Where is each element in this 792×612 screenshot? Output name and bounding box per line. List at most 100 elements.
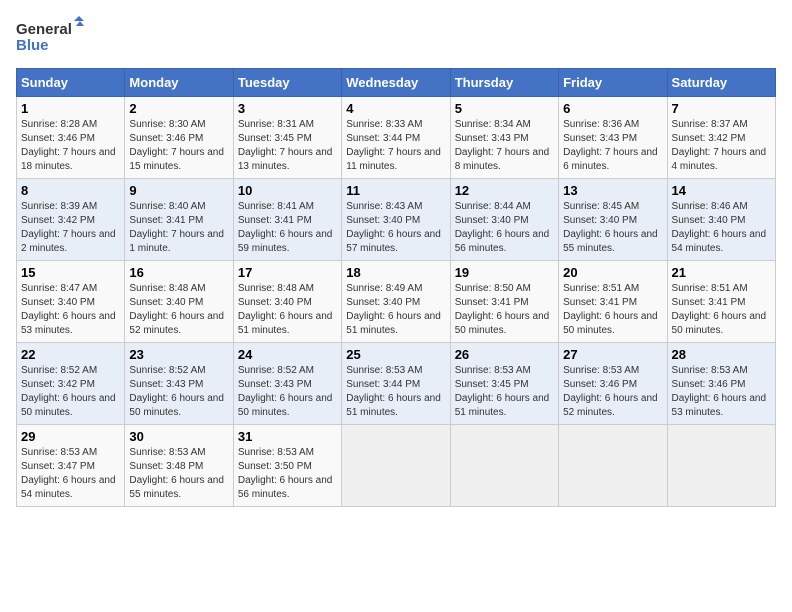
day-number: 29	[21, 429, 120, 444]
day-number: 17	[238, 265, 337, 280]
day-info: Sunrise: 8:48 AMSunset: 3:40 PMDaylight:…	[238, 282, 337, 338]
day-info: Sunrise: 8:53 AMSunset: 3:44 PMDaylight:…	[346, 364, 445, 420]
calendar-cell: 20 Sunrise: 8:51 AMSunset: 3:41 PMDaylig…	[559, 261, 667, 343]
day-info: Sunrise: 8:47 AMSunset: 3:40 PMDaylight:…	[21, 282, 120, 338]
day-number: 9	[129, 183, 228, 198]
calendar-cell: 23 Sunrise: 8:52 AMSunset: 3:43 PMDaylig…	[125, 343, 233, 425]
day-number: 25	[346, 347, 445, 362]
day-info: Sunrise: 8:34 AMSunset: 3:43 PMDaylight:…	[455, 118, 554, 174]
day-info: Sunrise: 8:53 AMSunset: 3:46 PMDaylight:…	[672, 364, 771, 420]
calendar-cell: 15 Sunrise: 8:47 AMSunset: 3:40 PMDaylig…	[17, 261, 125, 343]
day-number: 13	[563, 183, 662, 198]
day-number: 8	[21, 183, 120, 198]
header-monday: Monday	[125, 69, 233, 97]
day-number: 3	[238, 101, 337, 116]
calendar-cell: 8 Sunrise: 8:39 AMSunset: 3:42 PMDayligh…	[17, 179, 125, 261]
calendar-week-row: 29 Sunrise: 8:53 AMSunset: 3:47 PMDaylig…	[17, 425, 776, 507]
calendar-cell: 7 Sunrise: 8:37 AMSunset: 3:42 PMDayligh…	[667, 97, 775, 179]
calendar-cell: 4 Sunrise: 8:33 AMSunset: 3:44 PMDayligh…	[342, 97, 450, 179]
calendar-table: Sunday Monday Tuesday Wednesday Thursday…	[16, 68, 776, 507]
day-info: Sunrise: 8:46 AMSunset: 3:40 PMDaylight:…	[672, 200, 771, 256]
calendar-cell: 29 Sunrise: 8:53 AMSunset: 3:47 PMDaylig…	[17, 425, 125, 507]
calendar-cell: 6 Sunrise: 8:36 AMSunset: 3:43 PMDayligh…	[559, 97, 667, 179]
day-number: 10	[238, 183, 337, 198]
calendar-cell: 10 Sunrise: 8:41 AMSunset: 3:41 PMDaylig…	[233, 179, 341, 261]
day-number: 20	[563, 265, 662, 280]
day-info: Sunrise: 8:40 AMSunset: 3:41 PMDaylight:…	[129, 200, 228, 256]
header-sunday: Sunday	[17, 69, 125, 97]
day-number: 15	[21, 265, 120, 280]
header-tuesday: Tuesday	[233, 69, 341, 97]
day-number: 5	[455, 101, 554, 116]
calendar-cell: 5 Sunrise: 8:34 AMSunset: 3:43 PMDayligh…	[450, 97, 558, 179]
day-info: Sunrise: 8:30 AMSunset: 3:46 PMDaylight:…	[129, 118, 228, 174]
day-number: 24	[238, 347, 337, 362]
day-info: Sunrise: 8:52 AMSunset: 3:43 PMDaylight:…	[238, 364, 337, 420]
svg-text:Blue: Blue	[16, 37, 49, 54]
weekday-header-row: Sunday Monday Tuesday Wednesday Thursday…	[17, 69, 776, 97]
day-number: 21	[672, 265, 771, 280]
day-info: Sunrise: 8:53 AMSunset: 3:47 PMDaylight:…	[21, 446, 120, 502]
day-number: 22	[21, 347, 120, 362]
day-number: 30	[129, 429, 228, 444]
calendar-cell: 3 Sunrise: 8:31 AMSunset: 3:45 PMDayligh…	[233, 97, 341, 179]
day-info: Sunrise: 8:53 AMSunset: 3:45 PMDaylight:…	[455, 364, 554, 420]
calendar-cell: 21 Sunrise: 8:51 AMSunset: 3:41 PMDaylig…	[667, 261, 775, 343]
day-info: Sunrise: 8:28 AMSunset: 3:46 PMDaylight:…	[21, 118, 120, 174]
day-info: Sunrise: 8:33 AMSunset: 3:44 PMDaylight:…	[346, 118, 445, 174]
calendar-cell: 26 Sunrise: 8:53 AMSunset: 3:45 PMDaylig…	[450, 343, 558, 425]
day-info: Sunrise: 8:51 AMSunset: 3:41 PMDaylight:…	[672, 282, 771, 338]
day-info: Sunrise: 8:45 AMSunset: 3:40 PMDaylight:…	[563, 200, 662, 256]
day-number: 6	[563, 101, 662, 116]
day-number: 18	[346, 265, 445, 280]
day-number: 27	[563, 347, 662, 362]
calendar-cell: 17 Sunrise: 8:48 AMSunset: 3:40 PMDaylig…	[233, 261, 341, 343]
calendar-cell: 16 Sunrise: 8:48 AMSunset: 3:40 PMDaylig…	[125, 261, 233, 343]
day-number: 16	[129, 265, 228, 280]
calendar-week-row: 22 Sunrise: 8:52 AMSunset: 3:42 PMDaylig…	[17, 343, 776, 425]
calendar-cell: 30 Sunrise: 8:53 AMSunset: 3:48 PMDaylig…	[125, 425, 233, 507]
calendar-cell	[559, 425, 667, 507]
day-number: 23	[129, 347, 228, 362]
day-number: 12	[455, 183, 554, 198]
page-header: General Blue	[16, 16, 776, 56]
calendar-cell: 11 Sunrise: 8:43 AMSunset: 3:40 PMDaylig…	[342, 179, 450, 261]
day-number: 2	[129, 101, 228, 116]
day-info: Sunrise: 8:41 AMSunset: 3:41 PMDaylight:…	[238, 200, 337, 256]
day-info: Sunrise: 8:48 AMSunset: 3:40 PMDaylight:…	[129, 282, 228, 338]
day-info: Sunrise: 8:31 AMSunset: 3:45 PMDaylight:…	[238, 118, 337, 174]
day-number: 1	[21, 101, 120, 116]
day-number: 4	[346, 101, 445, 116]
svg-text:General: General	[16, 21, 72, 38]
day-info: Sunrise: 8:53 AMSunset: 3:46 PMDaylight:…	[563, 364, 662, 420]
calendar-cell: 1 Sunrise: 8:28 AMSunset: 3:46 PMDayligh…	[17, 97, 125, 179]
header-friday: Friday	[559, 69, 667, 97]
calendar-cell: 18 Sunrise: 8:49 AMSunset: 3:40 PMDaylig…	[342, 261, 450, 343]
day-info: Sunrise: 8:44 AMSunset: 3:40 PMDaylight:…	[455, 200, 554, 256]
day-number: 31	[238, 429, 337, 444]
header-thursday: Thursday	[450, 69, 558, 97]
calendar-cell: 19 Sunrise: 8:50 AMSunset: 3:41 PMDaylig…	[450, 261, 558, 343]
calendar-week-row: 8 Sunrise: 8:39 AMSunset: 3:42 PMDayligh…	[17, 179, 776, 261]
calendar-cell: 14 Sunrise: 8:46 AMSunset: 3:40 PMDaylig…	[667, 179, 775, 261]
calendar-cell	[667, 425, 775, 507]
logo-svg: General Blue	[16, 16, 86, 56]
day-info: Sunrise: 8:52 AMSunset: 3:42 PMDaylight:…	[21, 364, 120, 420]
day-info: Sunrise: 8:52 AMSunset: 3:43 PMDaylight:…	[129, 364, 228, 420]
day-info: Sunrise: 8:36 AMSunset: 3:43 PMDaylight:…	[563, 118, 662, 174]
header-saturday: Saturday	[667, 69, 775, 97]
header-wednesday: Wednesday	[342, 69, 450, 97]
calendar-week-row: 1 Sunrise: 8:28 AMSunset: 3:46 PMDayligh…	[17, 97, 776, 179]
day-number: 11	[346, 183, 445, 198]
day-info: Sunrise: 8:50 AMSunset: 3:41 PMDaylight:…	[455, 282, 554, 338]
day-info: Sunrise: 8:37 AMSunset: 3:42 PMDaylight:…	[672, 118, 771, 174]
calendar-cell: 31 Sunrise: 8:53 AMSunset: 3:50 PMDaylig…	[233, 425, 341, 507]
day-number: 14	[672, 183, 771, 198]
calendar-cell	[450, 425, 558, 507]
calendar-cell: 2 Sunrise: 8:30 AMSunset: 3:46 PMDayligh…	[125, 97, 233, 179]
day-info: Sunrise: 8:39 AMSunset: 3:42 PMDaylight:…	[21, 200, 120, 256]
calendar-cell: 24 Sunrise: 8:52 AMSunset: 3:43 PMDaylig…	[233, 343, 341, 425]
calendar-cell: 28 Sunrise: 8:53 AMSunset: 3:46 PMDaylig…	[667, 343, 775, 425]
day-number: 26	[455, 347, 554, 362]
day-info: Sunrise: 8:49 AMSunset: 3:40 PMDaylight:…	[346, 282, 445, 338]
